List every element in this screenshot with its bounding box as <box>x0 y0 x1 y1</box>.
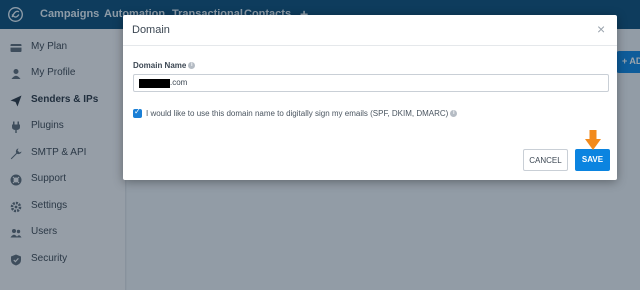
redacted-domain <box>139 79 170 88</box>
check-icon: ✓ <box>134 107 141 116</box>
cancel-button[interactable]: CANCEL <box>523 149 568 171</box>
dkim-sign-label-text: I would like to use this domain name to … <box>146 109 449 118</box>
save-button-label: SAVE <box>581 155 604 164</box>
modal-title: Domain <box>132 24 170 36</box>
info-icon[interactable]: i <box>450 110 458 118</box>
domain-name-input[interactable]: .com <box>133 74 609 92</box>
domain-name-label-text: Domain Name <box>133 61 187 70</box>
save-button[interactable]: SAVE <box>575 149 610 171</box>
modal-header: Domain × <box>123 15 617 46</box>
close-icon[interactable]: × <box>597 22 605 36</box>
domain-modal: Domain × Domain Name i .com ✓ I would lik… <box>123 15 617 180</box>
dkim-sign-checkbox[interactable]: ✓ <box>133 107 142 118</box>
info-icon[interactable]: i <box>188 62 196 70</box>
dkim-sign-label: I would like to use this domain name to … <box>146 109 458 118</box>
domain-suffix: .com <box>170 78 188 87</box>
pointer-arrow-icon <box>585 130 601 150</box>
cancel-button-label: CANCEL <box>529 156 562 165</box>
domain-name-label: Domain Name i <box>133 61 196 70</box>
